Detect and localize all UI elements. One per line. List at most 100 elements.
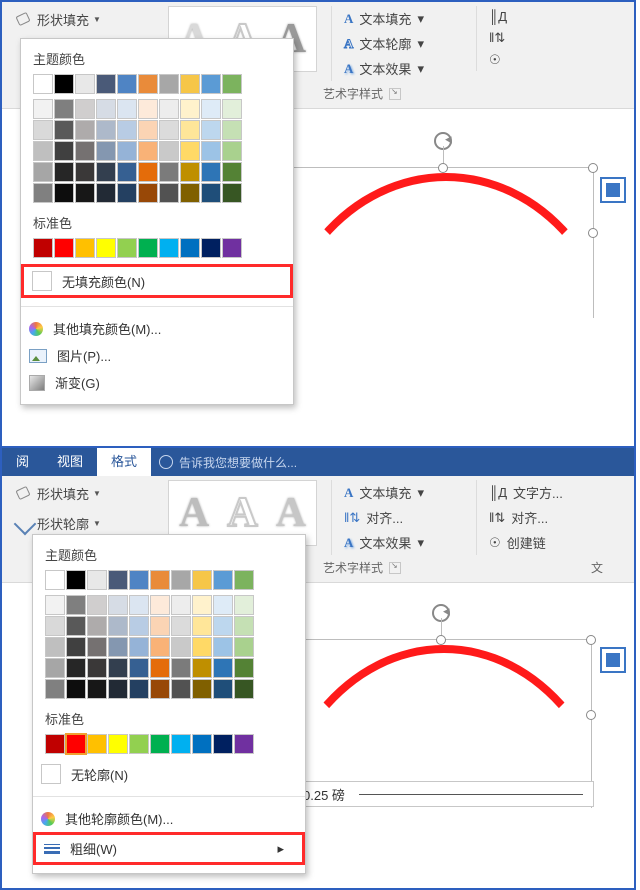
- color-swatch[interactable]: [54, 99, 74, 119]
- color-swatch[interactable]: [213, 658, 233, 678]
- color-swatch[interactable]: [117, 162, 137, 182]
- color-swatch[interactable]: [54, 141, 74, 161]
- color-swatch[interactable]: [159, 183, 179, 203]
- color-swatch[interactable]: [108, 679, 128, 699]
- color-swatch[interactable]: [201, 183, 221, 203]
- color-swatch[interactable]: [54, 162, 74, 182]
- color-swatch[interactable]: [75, 162, 95, 182]
- color-swatch[interactable]: [180, 162, 200, 182]
- color-swatch[interactable]: [159, 238, 179, 258]
- color-swatch[interactable]: [201, 141, 221, 161]
- color-swatch[interactable]: [201, 74, 221, 94]
- align-button-2[interactable]: ‖⇅ 对齐...: [487, 505, 565, 530]
- color-swatch[interactable]: [171, 616, 191, 636]
- color-swatch[interactable]: [108, 570, 128, 590]
- color-swatch[interactable]: [66, 658, 86, 678]
- color-swatch[interactable]: [75, 74, 95, 94]
- color-swatch[interactable]: [33, 162, 53, 182]
- color-swatch[interactable]: [108, 658, 128, 678]
- color-swatch[interactable]: [222, 141, 242, 161]
- color-swatch[interactable]: [138, 141, 158, 161]
- color-swatch[interactable]: [75, 238, 95, 258]
- gradient-fill-item[interactable]: 渐变(G): [21, 369, 293, 396]
- weight-flyout-row[interactable]: 0.25 磅: [292, 781, 594, 807]
- more-fill-colors-item[interactable]: 其他填充颜色(M)...: [21, 315, 293, 342]
- text-effect-button-2[interactable]: A 文本效果▾: [342, 530, 452, 555]
- tab-view[interactable]: 视图: [43, 448, 97, 476]
- color-swatch[interactable]: [192, 570, 212, 590]
- color-swatch[interactable]: [54, 120, 74, 140]
- color-swatch[interactable]: [138, 99, 158, 119]
- color-swatch[interactable]: [129, 595, 149, 615]
- color-swatch[interactable]: [66, 734, 86, 754]
- text-fill-button[interactable]: A 文本填充▾: [342, 6, 452, 31]
- color-swatch[interactable]: [45, 616, 65, 636]
- color-swatch[interactable]: [192, 637, 212, 657]
- color-swatch[interactable]: [213, 637, 233, 657]
- color-swatch[interactable]: [234, 734, 254, 754]
- color-swatch[interactable]: [54, 74, 74, 94]
- color-swatch[interactable]: [171, 637, 191, 657]
- color-swatch[interactable]: [87, 637, 107, 657]
- tab-format[interactable]: 格式: [97, 448, 151, 476]
- color-swatch[interactable]: [108, 637, 128, 657]
- color-swatch[interactable]: [222, 74, 242, 94]
- color-swatch[interactable]: [108, 734, 128, 754]
- color-swatch[interactable]: [45, 570, 65, 590]
- color-swatch[interactable]: [222, 183, 242, 203]
- color-swatch[interactable]: [129, 616, 149, 636]
- color-swatch[interactable]: [138, 238, 158, 258]
- color-swatch[interactable]: [96, 141, 116, 161]
- color-swatch[interactable]: [180, 183, 200, 203]
- color-swatch[interactable]: [45, 679, 65, 699]
- color-swatch[interactable]: [192, 616, 212, 636]
- color-swatch[interactable]: [159, 74, 179, 94]
- color-swatch[interactable]: [54, 238, 74, 258]
- color-swatch[interactable]: [171, 658, 191, 678]
- color-swatch[interactable]: [138, 120, 158, 140]
- wordart-style-1[interactable]: A: [179, 489, 209, 537]
- color-swatch[interactable]: [138, 74, 158, 94]
- color-swatch[interactable]: [171, 595, 191, 615]
- color-swatch[interactable]: [66, 570, 86, 590]
- resize-handle[interactable]: [586, 710, 596, 720]
- text-effect-button[interactable]: A 文本效果▾: [342, 56, 452, 81]
- tab-left[interactable]: 阅: [2, 448, 43, 476]
- color-swatch[interactable]: [33, 120, 53, 140]
- color-swatch[interactable]: [222, 120, 242, 140]
- color-swatch[interactable]: [192, 658, 212, 678]
- color-swatch[interactable]: [45, 658, 65, 678]
- color-swatch[interactable]: [129, 734, 149, 754]
- wordart-style-2[interactable]: A: [227, 489, 257, 537]
- color-swatch[interactable]: [171, 734, 191, 754]
- color-swatch[interactable]: [96, 238, 116, 258]
- color-swatch[interactable]: [66, 595, 86, 615]
- color-swatch[interactable]: [180, 238, 200, 258]
- no-fill-item[interactable]: 无填充颜色(N): [21, 264, 293, 298]
- color-swatch[interactable]: [222, 238, 242, 258]
- color-swatch[interactable]: [201, 99, 221, 119]
- color-swatch[interactable]: [66, 616, 86, 636]
- color-swatch[interactable]: [45, 595, 65, 615]
- color-swatch[interactable]: [180, 141, 200, 161]
- color-swatch[interactable]: [138, 162, 158, 182]
- create-link-button[interactable]: ☉ 创建链: [487, 530, 565, 555]
- color-swatch[interactable]: [222, 99, 242, 119]
- color-swatch[interactable]: [180, 99, 200, 119]
- more-outline-colors-item[interactable]: 其他轮廓颜色(M)...: [33, 805, 305, 832]
- color-swatch[interactable]: [87, 679, 107, 699]
- color-swatch[interactable]: [75, 99, 95, 119]
- color-swatch[interactable]: [234, 658, 254, 678]
- text-fill-button-2[interactable]: A 文本填充▾: [342, 480, 452, 505]
- color-swatch[interactable]: [129, 637, 149, 657]
- color-swatch[interactable]: [117, 183, 137, 203]
- color-swatch[interactable]: [171, 679, 191, 699]
- resize-handle[interactable]: [588, 163, 598, 173]
- color-swatch[interactable]: [117, 74, 137, 94]
- shape-outline-button[interactable]: 形状轮廓▼: [10, 510, 150, 537]
- picture-fill-item[interactable]: 图片(P)...: [21, 342, 293, 369]
- color-swatch[interactable]: [87, 595, 107, 615]
- color-swatch[interactable]: [150, 658, 170, 678]
- resize-handle[interactable]: [436, 635, 446, 645]
- color-swatch[interactable]: [234, 637, 254, 657]
